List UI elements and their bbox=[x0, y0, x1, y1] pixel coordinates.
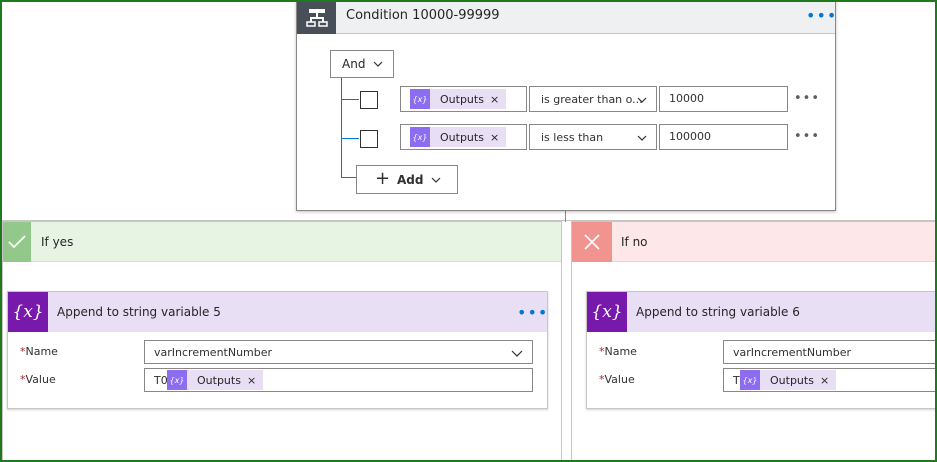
variable-icon: {𝑥} bbox=[587, 292, 627, 332]
chevron-down-icon bbox=[637, 135, 647, 141]
branch-if-no: If no {𝑥} Append to string variable 6 *N… bbox=[571, 221, 937, 461]
token-label: Outputs bbox=[440, 92, 484, 106]
name-value: varIncrementNumber bbox=[154, 346, 273, 359]
branch-header[interactable]: If no bbox=[572, 222, 937, 262]
expression-icon: {x} bbox=[167, 370, 187, 390]
chevron-down-icon bbox=[373, 61, 383, 67]
action-header[interactable]: {𝑥} Append to string variable 5 ••• bbox=[8, 292, 547, 332]
expression-icon: {x} bbox=[410, 89, 430, 109]
more-options-icon[interactable]: ••• bbox=[794, 130, 820, 143]
branch-if-yes: If yes {𝑥} Append to string variable 5 •… bbox=[2, 221, 562, 461]
condition-title: Condition 10000-99999 bbox=[346, 8, 500, 23]
name-field-label: *Name bbox=[599, 345, 637, 358]
chevron-down-icon bbox=[637, 97, 647, 103]
condition-right-operand[interactable]: 10000 bbox=[659, 86, 788, 112]
condition-left-operand[interactable]: {x} Outputs × bbox=[400, 124, 527, 150]
name-field-label: *Name bbox=[20, 345, 58, 358]
condition-left-operand[interactable]: {x} Outputs × bbox=[400, 86, 527, 112]
chevron-down-icon bbox=[511, 350, 523, 357]
condition-connector-line bbox=[565, 210, 566, 222]
and-operator-dropdown[interactable]: And bbox=[330, 50, 394, 78]
action-card: {𝑥} Append to string variable 6 *Name va… bbox=[586, 291, 937, 409]
branch-header[interactable]: If yes bbox=[3, 222, 561, 262]
value-input[interactable]: T0 {x} Outputs × bbox=[144, 368, 533, 392]
branch-title: If yes bbox=[41, 235, 74, 249]
add-button-label: Add bbox=[397, 173, 424, 187]
comparison-dropdown[interactable]: is greater than o... bbox=[529, 86, 657, 112]
dynamic-content-token[interactable]: {x} Outputs × bbox=[410, 127, 507, 147]
action-title: Append to string variable 6 bbox=[636, 305, 800, 319]
value-prefix: T bbox=[733, 374, 740, 387]
tree-line bbox=[341, 78, 342, 178]
value-prefix: T0 bbox=[154, 374, 168, 387]
condition-icon bbox=[297, 1, 336, 34]
token-label: Outputs bbox=[197, 373, 241, 387]
name-dropdown[interactable]: varIncrementNumber bbox=[723, 340, 937, 364]
action-header[interactable]: {𝑥} Append to string variable 6 bbox=[587, 292, 937, 332]
more-options-icon[interactable]: ••• bbox=[806, 8, 837, 24]
operand-value: 100000 bbox=[669, 130, 711, 143]
token-label: Outputs bbox=[440, 130, 484, 144]
close-icon[interactable]: × bbox=[820, 374, 836, 387]
tree-branch-line bbox=[341, 99, 359, 100]
tree-branch-line bbox=[341, 177, 357, 178]
expression-icon: {x} bbox=[740, 370, 760, 390]
variable-icon: {𝑥} bbox=[8, 292, 48, 332]
close-icon[interactable]: × bbox=[490, 131, 506, 144]
more-options-icon[interactable]: ••• bbox=[517, 305, 548, 321]
operand-value: 10000 bbox=[669, 92, 704, 105]
and-operator-label: And bbox=[342, 57, 366, 71]
value-field-label: *Value bbox=[599, 373, 635, 386]
more-options-icon[interactable]: ••• bbox=[794, 92, 820, 105]
dynamic-content-token[interactable]: {x} Outputs × bbox=[740, 370, 837, 390]
row-checkbox[interactable] bbox=[360, 130, 378, 148]
action-card: {𝑥} Append to string variable 5 ••• *Nam… bbox=[7, 291, 548, 409]
plus-icon: + bbox=[375, 168, 391, 189]
close-icon[interactable]: × bbox=[490, 93, 506, 106]
condition-right-operand[interactable]: 100000 bbox=[659, 124, 788, 150]
check-icon bbox=[3, 222, 31, 262]
value-input[interactable]: T {x} Outputs × bbox=[723, 368, 937, 392]
token-label: Outputs bbox=[770, 373, 814, 387]
chevron-down-icon bbox=[431, 177, 441, 183]
close-icon[interactable]: × bbox=[247, 374, 263, 387]
comparison-dropdown[interactable]: is less than bbox=[529, 124, 657, 150]
dynamic-content-token[interactable]: {x} Outputs × bbox=[410, 89, 507, 109]
dynamic-content-token[interactable]: {x} Outputs × bbox=[167, 370, 264, 390]
expression-icon: {x} bbox=[410, 127, 430, 147]
name-value: varIncrementNumber bbox=[733, 346, 852, 359]
add-button[interactable]: + Add bbox=[356, 165, 458, 194]
comparison-value: is greater than o... bbox=[541, 93, 643, 106]
comparison-value: is less than bbox=[541, 131, 604, 144]
action-title: Append to string variable 5 bbox=[57, 305, 221, 319]
condition-header[interactable]: Condition 10000-99999 ••• bbox=[297, 1, 837, 34]
row-checkbox[interactable] bbox=[360, 91, 378, 109]
tree-branch-line bbox=[341, 138, 359, 139]
value-field-label: *Value bbox=[20, 373, 56, 386]
name-dropdown[interactable]: varIncrementNumber bbox=[144, 340, 533, 364]
branch-title: If no bbox=[621, 235, 648, 249]
close-icon bbox=[572, 222, 612, 262]
condition-card: Condition 10000-99999 ••• And {x} Output… bbox=[296, 0, 836, 211]
